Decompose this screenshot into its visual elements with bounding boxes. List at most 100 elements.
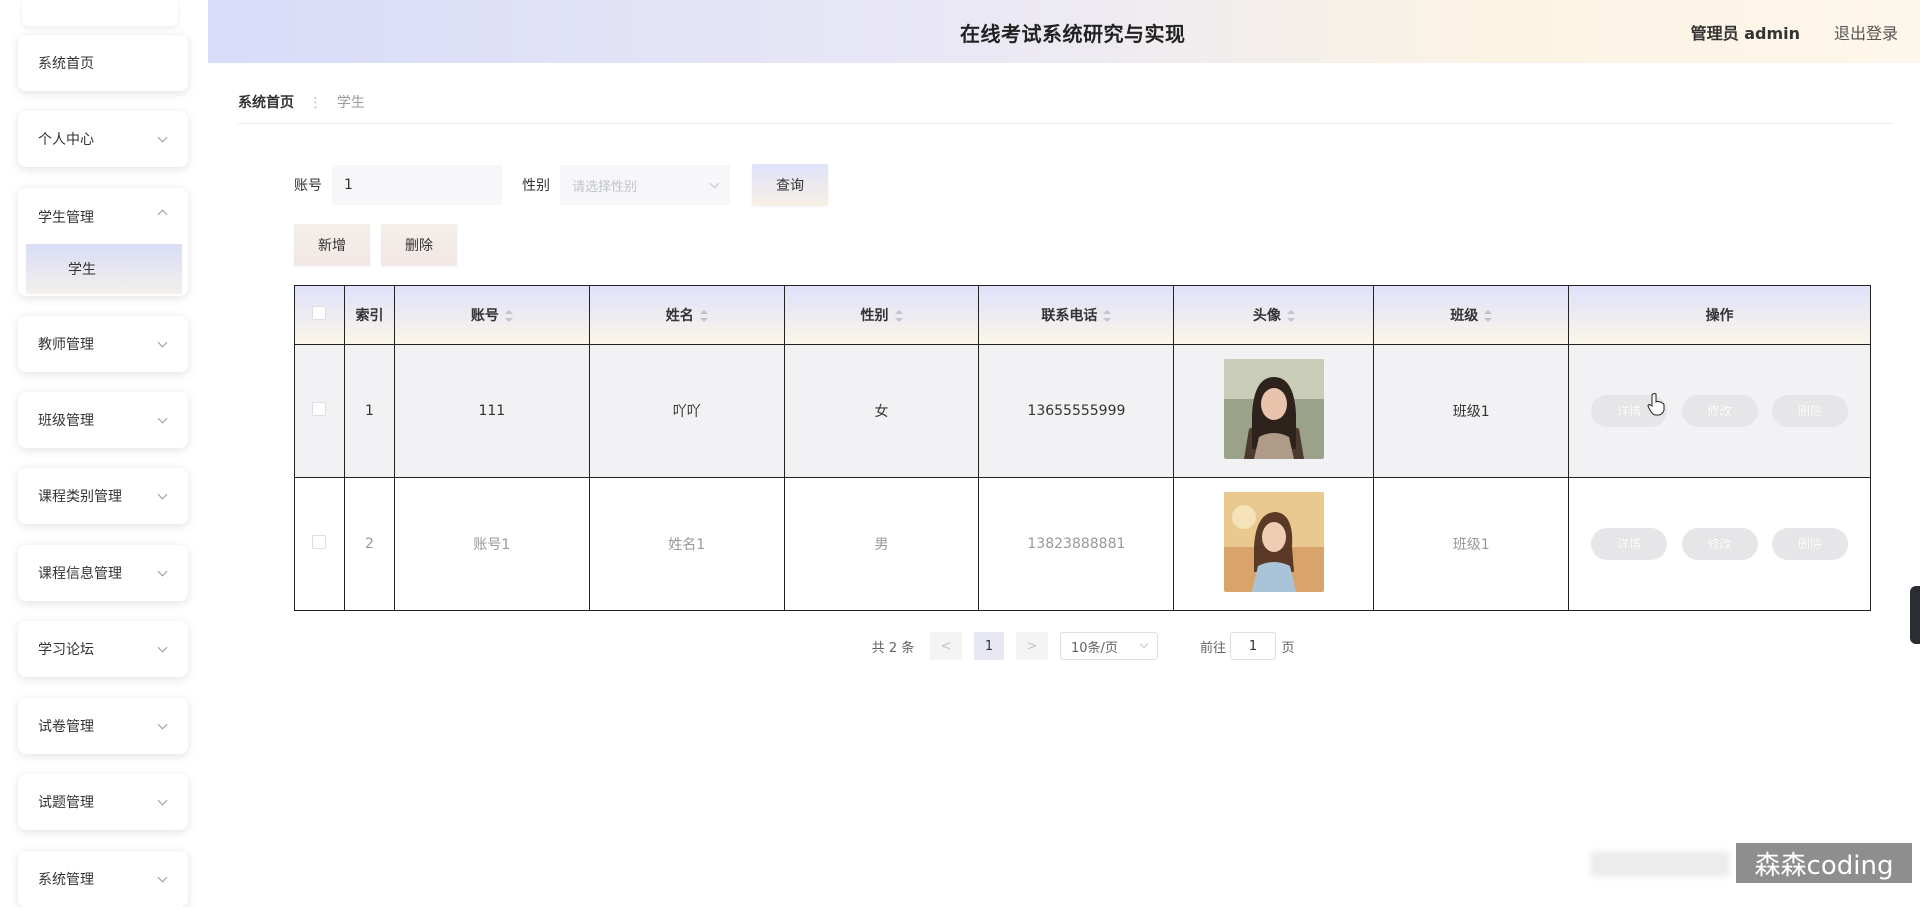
avatar xyxy=(1224,359,1324,459)
chevron-down-icon xyxy=(158,489,168,499)
edit-button[interactable]: 修改 xyxy=(1682,395,1758,427)
cell-phone: 13655555999 xyxy=(979,345,1174,478)
sidebar-item-label: 个人中心 xyxy=(38,129,94,149)
cell-account: 111 xyxy=(394,345,589,478)
watermark: 森森coding xyxy=(1736,843,1912,883)
gender-label: 性别 xyxy=(522,175,550,195)
sidebar-item-label: 系统首页 xyxy=(38,53,94,73)
sidebar-subitem-student[interactable]: 学生 xyxy=(26,244,182,294)
detail-button[interactable]: 详情 xyxy=(1591,528,1667,560)
row-select-cell[interactable] xyxy=(295,478,345,611)
column-header-account[interactable]: 账号 xyxy=(394,286,589,345)
gender-select[interactable]: 请选择性别 xyxy=(560,165,730,205)
cell-actions: 详情 修改 删除 xyxy=(1569,478,1871,611)
sidebar-item-label: 试卷管理 xyxy=(38,716,94,736)
gender-select-placeholder: 请选择性别 xyxy=(572,176,637,195)
column-header-phone[interactable]: 联系电话 xyxy=(979,286,1174,345)
sidebar-item-paper-management[interactable]: 试卷管理 xyxy=(18,698,188,754)
row-delete-button[interactable]: 删除 xyxy=(1772,528,1848,560)
user-label: 管理员 admin xyxy=(1691,20,1800,44)
sidebar-item-label: 课程类别管理 xyxy=(38,486,122,506)
batch-delete-button[interactable]: 删除 xyxy=(381,224,457,266)
chevron-down-icon xyxy=(158,566,168,576)
column-header-name[interactable]: 姓名 xyxy=(589,286,784,345)
query-button[interactable]: 查询 xyxy=(752,164,828,206)
chevron-down-icon xyxy=(158,642,168,652)
add-button[interactable]: 新增 xyxy=(294,224,370,266)
edit-button[interactable]: 修改 xyxy=(1682,528,1758,560)
sidebar-item-personal-center[interactable]: 个人中心 xyxy=(18,111,188,167)
table-row[interactable]: 2 账号1 姓名1 男 13823888881 班级1 xyxy=(295,478,1871,611)
chevron-down-icon xyxy=(158,719,168,729)
cell-name: 吖吖 xyxy=(589,345,784,478)
table-row[interactable]: 1 111 吖吖 女 13655555999 班级1 xyxy=(295,345,1871,478)
blurred-overlay xyxy=(1590,851,1730,877)
table-header-row: 索引 账号 姓名 性别 联系电话 头像 班级 操作 xyxy=(295,286,1871,345)
avatar xyxy=(1224,492,1324,592)
sidebar-item-course-category[interactable]: 课程类别管理 xyxy=(18,468,188,524)
sidebar-subitem-label: 学生 xyxy=(68,259,96,279)
cell-index: 2 xyxy=(344,478,394,611)
select-all-checkbox[interactable] xyxy=(312,306,326,320)
column-header-actions: 操作 xyxy=(1569,286,1871,345)
sort-icon[interactable] xyxy=(1103,310,1111,322)
chevron-down-icon xyxy=(158,132,168,142)
cell-class: 班级1 xyxy=(1374,478,1569,611)
sidebar-item-label: 班级管理 xyxy=(38,410,94,430)
row-checkbox[interactable] xyxy=(312,402,326,416)
account-label: 账号 xyxy=(294,175,322,195)
cell-gender: 女 xyxy=(784,345,979,478)
cell-gender: 男 xyxy=(784,478,979,611)
goto-label: 前往 xyxy=(1198,632,1228,660)
cell-avatar xyxy=(1174,345,1374,478)
sidebar-item-class-management[interactable]: 班级管理 xyxy=(18,392,188,448)
sidebar-item-question-management[interactable]: 试题管理 xyxy=(18,774,188,830)
sort-icon[interactable] xyxy=(1287,310,1295,322)
sidebar-item-label: 试题管理 xyxy=(38,792,94,812)
breadcrumb-home[interactable]: 系统首页 xyxy=(238,95,294,111)
column-header-gender[interactable]: 性别 xyxy=(784,286,979,345)
sidebar-item-home[interactable]: 系统首页 xyxy=(18,35,188,91)
row-checkbox[interactable] xyxy=(312,535,326,549)
chevron-down-icon xyxy=(710,178,720,188)
sidebar-item-teacher-management[interactable]: 教师管理 xyxy=(18,316,188,372)
sort-icon[interactable] xyxy=(700,310,708,322)
page-size-select[interactable]: 10条/页 xyxy=(1060,632,1158,660)
sidebar-item-label: 课程信息管理 xyxy=(38,563,122,583)
sidebar-item-course-info[interactable]: 课程信息管理 xyxy=(18,545,188,601)
sort-icon[interactable] xyxy=(1484,310,1492,322)
sort-icon[interactable] xyxy=(505,310,513,322)
chevron-down-icon xyxy=(1140,640,1148,648)
chevron-down-icon xyxy=(158,795,168,805)
goto-page-input[interactable] xyxy=(1230,632,1276,660)
sort-icon[interactable] xyxy=(895,310,903,322)
prev-page-button[interactable]: < xyxy=(930,632,962,660)
cell-account: 账号1 xyxy=(394,478,589,611)
chevron-down-icon xyxy=(158,413,168,423)
next-page-button[interactable]: > xyxy=(1016,632,1048,660)
sidebar-item-forum[interactable]: 学习论坛 xyxy=(18,621,188,677)
cell-index: 1 xyxy=(344,345,394,478)
column-header-avatar[interactable]: 头像 xyxy=(1174,286,1374,345)
student-table: 索引 账号 姓名 性别 联系电话 头像 班级 操作 1 111 吖吖 女 136… xyxy=(294,285,1871,611)
sidebar-item-label: 学习论坛 xyxy=(38,639,94,659)
side-drawer-handle[interactable] xyxy=(1910,586,1920,644)
sidebar: 系统首页 个人中心 学生管理 学生 教师管理 班级管理 课程类别管理 课程信息管… xyxy=(0,0,206,891)
sidebar-top-strip xyxy=(22,0,178,26)
header-select-all[interactable] xyxy=(295,286,345,345)
cell-name: 姓名1 xyxy=(589,478,784,611)
row-select-cell[interactable] xyxy=(295,345,345,478)
sidebar-item-label: 系统管理 xyxy=(38,869,94,889)
pagination-total: 共 2 条 xyxy=(870,632,916,660)
row-delete-button[interactable]: 删除 xyxy=(1772,395,1848,427)
column-header-class[interactable]: 班级 xyxy=(1374,286,1569,345)
account-search-input[interactable] xyxy=(332,165,502,205)
cell-avatar xyxy=(1174,478,1374,611)
chevron-down-icon xyxy=(158,337,168,347)
page-number[interactable]: 1 xyxy=(974,632,1004,660)
sidebar-item-system-management[interactable]: 系统管理 xyxy=(18,851,188,907)
app-title: 在线考试系统研究与实现 xyxy=(960,18,1186,47)
chevron-up-icon xyxy=(158,210,168,220)
logout-link[interactable]: 退出登录 xyxy=(1834,20,1898,44)
breadcrumb: 系统首页 ⋮ 学生 xyxy=(238,92,1894,124)
